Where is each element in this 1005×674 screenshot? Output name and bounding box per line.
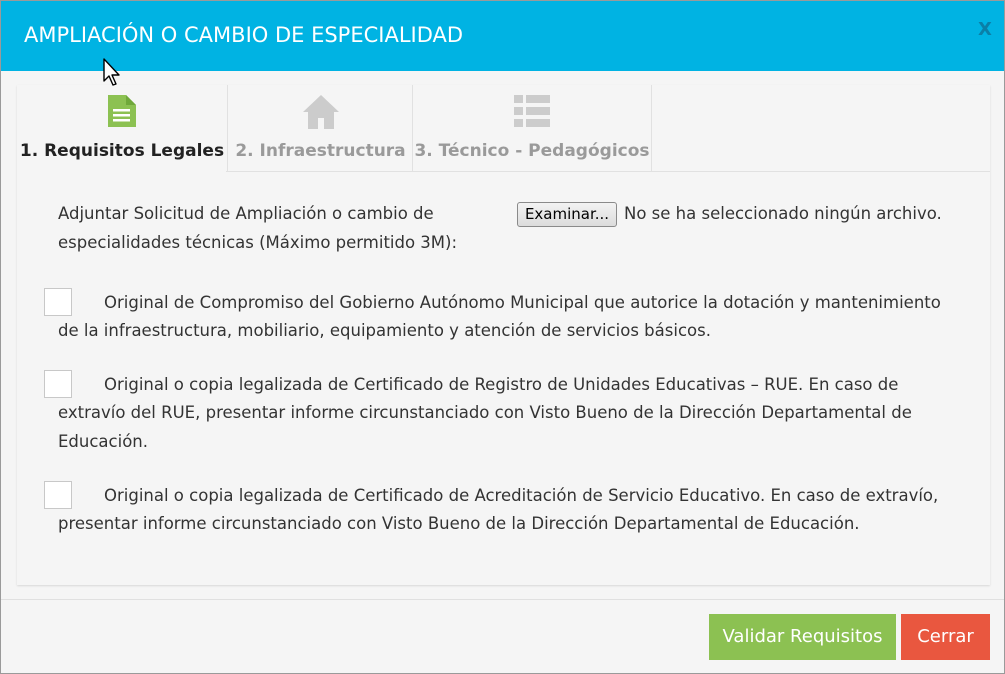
document-icon [108, 95, 136, 131]
requirement-checkbox-1[interactable] [44, 288, 72, 316]
close-icon[interactable]: X [978, 19, 992, 40]
list-icon [514, 95, 550, 131]
footer-divider [1, 599, 1004, 600]
tab-requisitos-legales[interactable]: 1. Requisitos Legales [17, 85, 227, 172]
requirement-text: Educación. [58, 432, 148, 451]
upload-label-line2: especialidades técnicas (Máximo permitid… [58, 233, 458, 252]
upload-label-line1: Adjuntar Solicitud de Ampliación o cambi… [58, 204, 434, 223]
validate-button[interactable]: Validar Requisitos [709, 614, 896, 660]
home-icon [302, 95, 339, 133]
requirement-checkbox-2[interactable] [44, 370, 72, 398]
file-status: No se ha seleccionado ningún archivo. [624, 204, 942, 223]
mouse-pointer-icon [103, 58, 123, 88]
modal-dialog: AMPLIACIÓN O CAMBIO DE ESPECIALIDAD X 1.… [0, 0, 1005, 674]
modal-title: AMPLIACIÓN O CAMBIO DE ESPECIALIDAD [24, 23, 464, 47]
tab-infraestructura[interactable]: 2. Infraestructura [227, 85, 413, 172]
modal-header: AMPLIACIÓN O CAMBIO DE ESPECIALIDAD X [1, 1, 1004, 71]
tabs-divider [226, 171, 990, 172]
tab-label: 1. Requisitos Legales [19, 141, 225, 161]
close-button[interactable]: Cerrar [901, 614, 990, 660]
tab-label: 2. Infraestructura [235, 141, 406, 161]
browse-button[interactable]: Examinar... [517, 202, 617, 227]
tab-tecnico-pedagogicos[interactable]: 3. Técnico - Pedagógicos [412, 85, 652, 172]
requirement-text: Original de Compromiso del Gobierno Autó… [104, 293, 941, 312]
requirement-text: extravío del RUE, presentar informe circ… [58, 403, 912, 422]
requirement-text: de la infraestructura, mobiliario, equip… [58, 321, 711, 340]
requirement-text: Original o copia legalizada de Certifica… [104, 486, 939, 505]
tab-label: 3. Técnico - Pedagógicos [414, 141, 650, 161]
requirement-checkbox-3[interactable] [44, 481, 72, 509]
requirement-text: presentar informe circunstanciado con Vi… [58, 514, 860, 533]
requirement-text: Original o copia legalizada de Certifica… [104, 375, 899, 394]
